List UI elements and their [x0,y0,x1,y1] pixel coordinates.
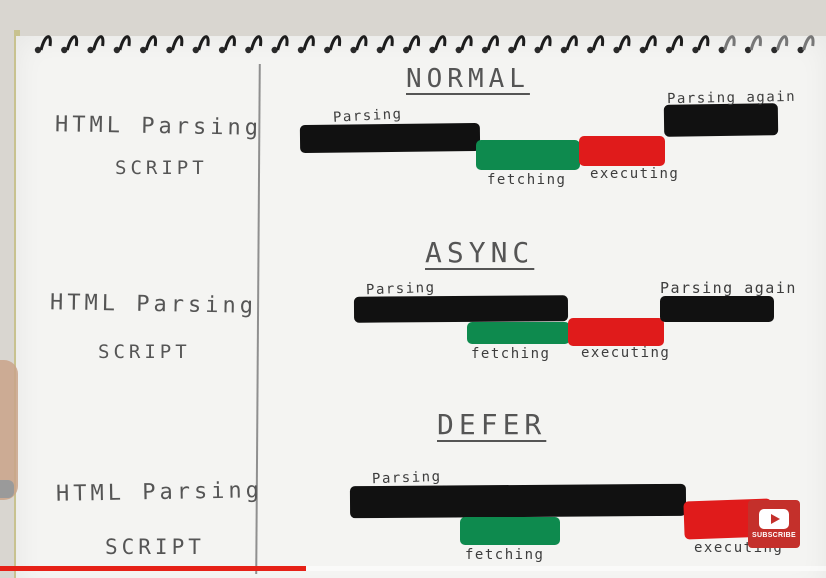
spiral-binding [34,35,815,54]
spiral-coil [39,35,52,51]
bar-defer-fetching [460,517,560,545]
spiral-coil [223,35,236,51]
spiral-coil [644,35,657,51]
bar-async-fetching [467,322,570,344]
left-label-script-defer: SCRIPT [105,535,205,559]
spiral-coil [144,35,158,51]
bar-defer-parsing [349,483,687,519]
ring [0,480,14,498]
subscribe-label: SUBSCRIBE [752,532,796,539]
left-label-html-parsing-async: HTML Parsing [49,290,258,319]
youtube-logo-icon [759,509,789,529]
video-progress-fill [0,566,306,571]
bar-normal-parsing-again [663,103,779,137]
label-normal-executing: executing [590,166,680,182]
spiral-coil [670,35,684,51]
spiral-coil [618,35,631,51]
label-defer-parsing: Parsing [371,468,442,488]
spiral-coil [249,35,263,51]
bar-normal-fetching [476,140,580,170]
label-defer-fetching: fetching [465,547,545,563]
spiral-coil [460,35,473,51]
spiral-coil [171,35,184,51]
spiral-coil [381,35,394,51]
bar-async-parsing-again [660,296,774,322]
spiral-coil [539,35,552,51]
spiral-coil [723,35,736,51]
spiral-coil [512,35,526,51]
spiral-coil [591,35,605,51]
subscribe-button[interactable]: SUBSCRIBE [748,500,800,548]
label-async-executing: executing [581,345,671,361]
bar-async-parsing [353,295,569,323]
left-label-script-normal: SCRIPT [115,157,208,179]
spiral-coil [118,35,131,51]
spiral-coil [486,35,499,51]
hand [0,360,18,500]
label-normal-fetching: fetching [487,172,567,188]
spiral-coil [565,35,578,51]
spiral-coil [197,35,210,51]
spiral-coil [328,35,342,51]
spiral-coil [802,35,815,51]
left-label-script-async: SCRIPT [98,341,191,363]
bar-async-executing [568,318,664,346]
spiral-coil [434,35,447,51]
bar-normal-parsing [299,122,481,154]
spiral-coil [775,35,789,51]
video-frame: HTML Parsing SCRIPT HTML Parsing SCRIPT … [0,0,826,578]
bar-normal-executing [579,136,665,166]
heading-async: ASYNC [425,236,535,269]
heading-defer: DEFER [437,408,547,441]
heading-normal: NORMAL [406,64,530,94]
spiral-coil [65,35,79,51]
spiral-coil [407,35,421,51]
left-label-html-parsing-normal: HTML Parsing [54,112,263,141]
left-label-html-parsing-defer: HTML Parsing [55,478,264,507]
spiral-coil [355,35,368,51]
label-async-fetching: fetching [471,346,551,362]
label-normal-parsing-again: Parsing again [666,88,797,108]
spiral-coil [92,35,105,51]
spiral-coil [749,35,762,51]
spiral-coil [697,35,710,51]
spiral-coil [276,35,289,51]
spiral-coil [302,35,315,51]
label-async-parsing-again: Parsing again [660,279,797,297]
